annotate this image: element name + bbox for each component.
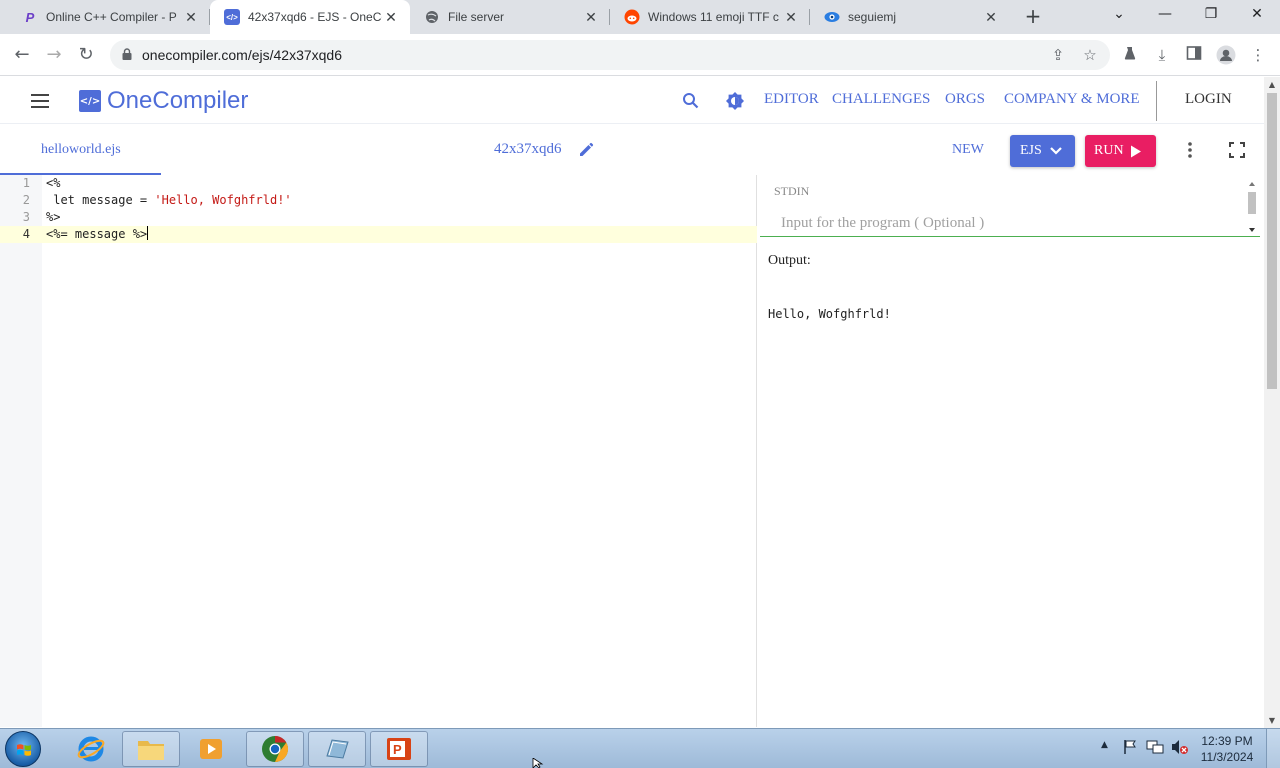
bookmark-star-icon[interactable]: ☆	[1080, 45, 1100, 65]
clock-time: 12:39 PM	[1201, 734, 1253, 748]
theme-toggle-icon[interactable]	[725, 91, 745, 115]
hamburger-menu-icon[interactable]	[31, 94, 49, 108]
close-tab-icon[interactable]: ✕	[782, 9, 800, 26]
reddit-icon	[624, 9, 640, 25]
lock-icon	[122, 48, 132, 60]
nav-editor[interactable]: EDITOR	[764, 91, 819, 108]
svg-text:P: P	[393, 742, 402, 757]
editor-toolbar: helloworld.ejs 42x37xqd6 NEW EJS RUN	[0, 125, 1264, 175]
scrollbar-thumb[interactable]	[1267, 93, 1277, 389]
reload-icon[interactable]: ↻	[74, 43, 98, 67]
system-clock[interactable]: 12:39 PM 11/3/2024	[1196, 733, 1258, 765]
stdin-label: STDIN	[774, 184, 810, 198]
logo-code-icon: </>	[79, 90, 101, 112]
globe-icon	[424, 9, 440, 25]
run-label: RUN	[1094, 143, 1124, 158]
onecompiler-logo[interactable]: </> OneCompiler	[79, 87, 248, 115]
clock-date: 11/3/2024	[1200, 750, 1254, 764]
language-select-button[interactable]: EJS	[1010, 135, 1075, 167]
text-cursor	[147, 226, 149, 240]
windows-logo-icon	[17, 744, 31, 756]
more-options-icon[interactable]	[1182, 141, 1198, 159]
chevron-down-icon	[1050, 147, 1062, 155]
action-center-flag-icon[interactable]	[1123, 739, 1137, 758]
onecompiler-icon: </>	[224, 9, 240, 25]
program-title[interactable]: 42x37xqd6	[494, 141, 562, 158]
chrome-icon[interactable]	[246, 731, 304, 767]
media-player-icon[interactable]	[182, 731, 240, 767]
address-bar[interactable]: onecompiler.com/ejs/42x37xqd6	[110, 40, 1110, 70]
show-desktop-button[interactable]	[1266, 729, 1280, 768]
nav-challenges[interactable]: CHALLENGES	[832, 91, 930, 108]
chrome-menu-icon[interactable]: ⋮	[1248, 45, 1268, 65]
file-tab-label: helloworld.ejs	[41, 142, 121, 157]
browser-tab-onecompiler[interactable]: </> 42x37xqd6 - EJS - OneCo ✕	[210, 0, 410, 34]
site-header: </> OneCompiler EDITOR CHALLENGES ORGS C…	[0, 77, 1264, 124]
file-tab-helloworld[interactable]: helloworld.ejs	[0, 125, 161, 175]
side-panel-icon[interactable]	[1184, 45, 1204, 65]
powerpoint-icon[interactable]: P	[370, 731, 428, 767]
internet-explorer-icon[interactable]	[62, 731, 120, 767]
profile-avatar-icon[interactable]	[1216, 45, 1236, 65]
volume-muted-icon[interactable]	[1171, 739, 1189, 758]
browser-tab-cpp-compiler[interactable]: P Online C++ Compiler - P ✕	[8, 0, 210, 34]
stdin-input[interactable]	[760, 211, 1260, 237]
new-tab-icon[interactable]: +	[1022, 6, 1044, 28]
back-icon[interactable]: ←	[10, 43, 34, 67]
code-line: 2 let message = 'Hello, Wofghfrld!'	[22, 193, 292, 207]
code-line: 1 <%	[22, 176, 61, 190]
file-explorer-icon[interactable]	[122, 731, 180, 767]
extensions-icon[interactable]	[1120, 45, 1140, 65]
tray-expand-icon[interactable]: ▲	[1101, 740, 1108, 750]
language-label: EJS	[1020, 143, 1042, 158]
url-text: onecompiler.com/ejs/42x37xqd6	[142, 47, 343, 63]
tab-search-icon[interactable]: ⌄	[1096, 0, 1142, 30]
close-tab-icon[interactable]: ✕	[982, 9, 1000, 26]
code-editor[interactable]: 1 <% 2 let message = 'Hello, Wofghfrld!'…	[0, 175, 757, 727]
scroll-down-icon[interactable]: ▼	[1264, 716, 1280, 725]
edit-pencil-icon[interactable]	[578, 142, 594, 158]
play-icon	[1130, 145, 1141, 157]
browser-tab-file-server[interactable]: File server ✕	[410, 0, 610, 34]
close-tab-icon[interactable]: ✕	[382, 9, 400, 26]
browser-tab-seguiemj[interactable]: seguiemj ✕	[810, 0, 1010, 34]
nav-orgs[interactable]: ORGS	[945, 91, 985, 108]
share-icon[interactable]: ⇪	[1048, 45, 1068, 65]
browser-tab-reddit[interactable]: Windows 11 emoji TTF c ✕	[610, 0, 810, 34]
close-window-icon[interactable]: ✕	[1234, 0, 1280, 30]
line-number-gutter	[0, 175, 42, 727]
output-label: Output:	[768, 253, 811, 268]
code-line-active: 4 <%= message %>	[0, 226, 757, 243]
browser-tab-strip: P Online C++ Compiler - P ✕ </> 42x37xqd…	[0, 0, 1280, 34]
page-scrollbar[interactable]: ▲ ▼	[1264, 77, 1280, 728]
notebook-app-icon[interactable]	[308, 731, 366, 767]
start-button[interactable]	[5, 731, 41, 767]
login-button[interactable]: LOGIN	[1185, 91, 1232, 108]
nav-company-more[interactable]: COMPANY & MORE	[1004, 91, 1140, 108]
close-tab-icon[interactable]: ✕	[182, 9, 200, 26]
restore-icon[interactable]: ❐	[1188, 0, 1234, 30]
network-icon[interactable]	[1146, 739, 1164, 758]
scroll-up-icon[interactable]: ▲	[1264, 80, 1280, 89]
minimize-icon[interactable]: —	[1142, 0, 1188, 30]
fullscreen-icon[interactable]	[1229, 142, 1245, 158]
new-button[interactable]: NEW	[952, 142, 984, 158]
stdin-scrollbar[interactable]	[1246, 180, 1258, 236]
io-pane: STDIN Output: Hello, Wofghfrld!	[760, 175, 1264, 727]
eye-icon	[824, 9, 840, 25]
code-line: 3 %>	[22, 210, 61, 224]
download-icon[interactable]: ⤓	[1152, 45, 1172, 65]
browser-toolbar: ← → ↻ onecompiler.com/ejs/42x37xqd6 ⇪ ☆ …	[0, 34, 1280, 76]
windows-taskbar: P ▲ 12:39 PM 11/3/2024	[0, 728, 1280, 768]
p-icon: P	[25, 9, 35, 25]
run-button[interactable]: RUN	[1085, 135, 1156, 167]
output-text: Hello, Wofghfrld!	[768, 307, 891, 321]
close-tab-icon[interactable]: ✕	[582, 9, 600, 26]
mouse-cursor-icon	[532, 758, 544, 768]
search-icon[interactable]	[682, 92, 699, 113]
forward-icon[interactable]: →	[42, 43, 66, 67]
